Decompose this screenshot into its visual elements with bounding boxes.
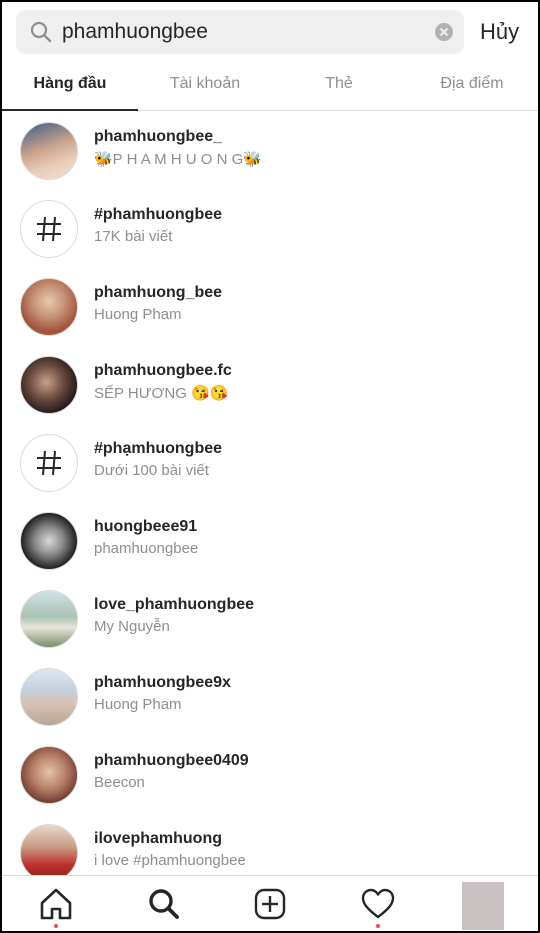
avatar	[20, 746, 78, 804]
home-icon[interactable]	[36, 884, 76, 924]
heart-icon[interactable]	[358, 884, 398, 924]
notification-dot	[54, 924, 58, 928]
hashtag-avatar	[20, 200, 78, 258]
result-title: huongbeee91	[94, 518, 198, 535]
tab-accounts[interactable]: Tài khoản	[138, 62, 272, 110]
tab-top[interactable]: Hàng đầu	[2, 62, 138, 111]
cancel-button[interactable]: Hủy	[480, 10, 519, 54]
clear-icon[interactable]	[434, 22, 454, 42]
add-icon[interactable]	[250, 884, 290, 924]
result-subtitle: Dưới 100 bài viết	[94, 462, 209, 479]
result-title: #phạmhuongbee	[94, 440, 223, 457]
result-subtitle: My Nguyễn	[94, 618, 170, 635]
hashtag-icon	[37, 216, 61, 242]
result-row[interactable]: phamhuongbee9x Huong Pham	[2, 658, 538, 736]
result-subtitle: Huong Pham	[94, 696, 182, 713]
hashtag-icon	[37, 450, 61, 476]
tab-bar: Hàng đầu Tài khoản Thẻ Địa điểm	[2, 62, 538, 111]
bottom-nav	[2, 875, 538, 931]
result-row[interactable]: #phamhuongbee 17K bài viết	[2, 190, 538, 268]
result-row[interactable]: phamhuong_bee Huong Pham	[2, 268, 538, 346]
search-icon[interactable]	[144, 884, 184, 924]
tab-places[interactable]: Địa điểm	[406, 62, 538, 110]
avatar	[20, 590, 78, 648]
avatar	[20, 356, 78, 414]
avatar	[20, 512, 78, 570]
result-subtitle: Huong Pham	[94, 306, 182, 323]
notification-dot	[376, 924, 380, 928]
result-subtitle: 🐝P H A M H U O N G🐝	[94, 151, 262, 168]
avatar	[20, 824, 78, 882]
result-row[interactable]: phamhuongbee0409 Beecon	[2, 736, 538, 814]
result-subtitle: Beecon	[94, 774, 145, 791]
result-subtitle: 17K bài viết	[94, 228, 173, 245]
result-title: phamhuongbee_	[94, 128, 223, 145]
result-title: phamhuong_bee	[94, 284, 223, 301]
avatar	[20, 278, 78, 336]
result-row[interactable]: phamhuongbee_ 🐝P H A M H U O N G🐝	[2, 112, 538, 190]
result-subtitle: i love #phamhuongbee	[94, 852, 246, 869]
profile-tab[interactable]	[462, 882, 504, 930]
result-row[interactable]: love_phamhuongbee My Nguyễn	[2, 580, 538, 658]
result-title: #phamhuongbee	[94, 206, 223, 223]
search-icon	[30, 21, 52, 43]
result-title: phamhuongbee.fc	[94, 362, 232, 379]
result-row[interactable]: phamhuongbee.fc SẾP HƯƠNG 😘😘	[2, 346, 538, 424]
search-input[interactable]: phamhuongbee	[62, 10, 208, 54]
tab-tags[interactable]: Thẻ	[272, 62, 406, 110]
app-frame: phamhuongbee Hủy Hàng đầu Tài khoản Thẻ …	[0, 0, 540, 933]
result-title: phamhuongbee9x	[94, 674, 231, 691]
result-row[interactable]: #phạmhuongbee Dưới 100 bài viết	[2, 424, 538, 502]
result-title: ilovephamhuong	[94, 830, 222, 847]
avatar	[20, 122, 78, 180]
result-row[interactable]: huongbeee91 phamhuongbee	[2, 502, 538, 580]
result-title: phamhuongbee0409	[94, 752, 249, 769]
result-subtitle: phamhuongbee	[94, 540, 199, 557]
result-subtitle: SẾP HƯƠNG 😘😘	[94, 385, 229, 402]
avatar	[20, 668, 78, 726]
search-bar[interactable]: phamhuongbee	[16, 10, 464, 54]
result-title: love_phamhuongbee	[94, 596, 255, 613]
hashtag-avatar	[20, 434, 78, 492]
